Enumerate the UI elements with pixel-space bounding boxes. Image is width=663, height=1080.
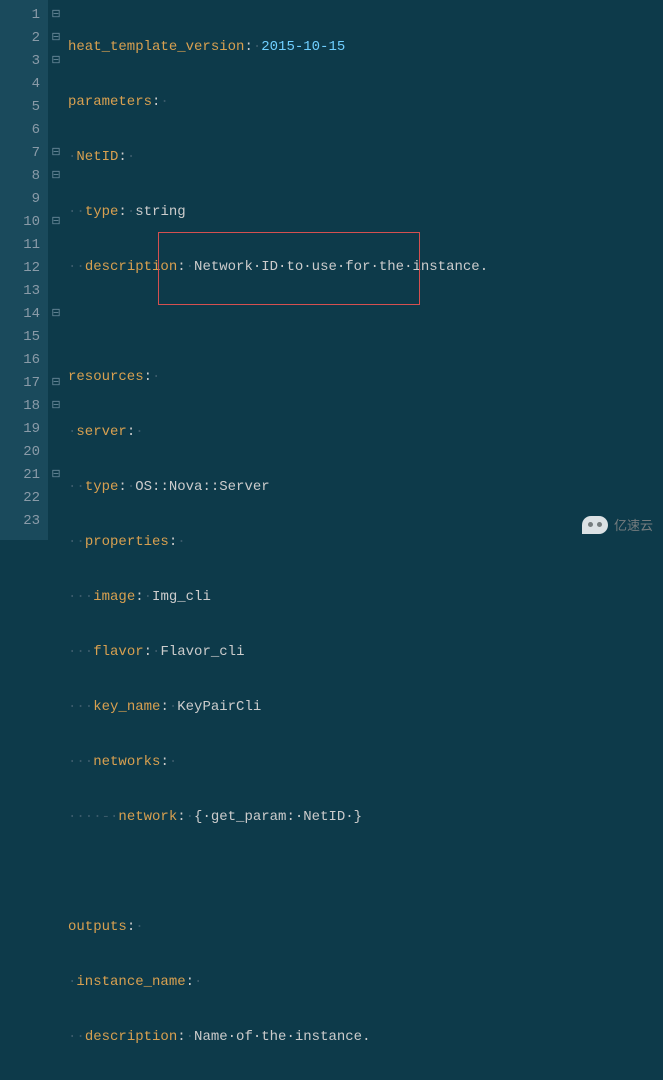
fold-marker xyxy=(48,257,64,280)
code-editor: 1 2 3 4 5 6 7 8 9 10 11 12 13 14 15 16 1… xyxy=(0,0,663,540)
code-line-19: ··description:·Name·of·the·instance. xyxy=(64,1026,663,1049)
line-number: 23 xyxy=(12,510,40,533)
line-number: 5 xyxy=(12,96,40,119)
fold-marker[interactable]: ⊟ xyxy=(48,142,64,165)
fold-marker[interactable]: ⊟ xyxy=(48,27,64,50)
line-number: 9 xyxy=(12,188,40,211)
code-line-8: ·server:· xyxy=(64,421,663,444)
line-number: 11 xyxy=(12,234,40,257)
fold-marker xyxy=(48,234,64,257)
line-number: 19 xyxy=(12,418,40,441)
code-line-9: ··type:·OS::Nova::Server xyxy=(64,476,663,499)
fold-marker[interactable]: ⊟ xyxy=(48,211,64,234)
line-number: 4 xyxy=(12,73,40,96)
code-line-15: ····-·network:·{·get_param:·NetID·} xyxy=(64,806,663,829)
watermark-text: 亿速云 xyxy=(614,515,653,534)
fold-marker[interactable]: ⊟ xyxy=(48,372,64,395)
line-number: 15 xyxy=(12,326,40,349)
line-number: 20 xyxy=(12,441,40,464)
code-line-7: resources:· xyxy=(64,366,663,389)
line-number: 6 xyxy=(12,119,40,142)
code-line-5: ··description:·Network·ID·to·use·for·the… xyxy=(64,256,663,279)
fold-marker[interactable]: ⊟ xyxy=(48,464,64,487)
line-number-gutter: 1 2 3 4 5 6 7 8 9 10 11 12 13 14 15 16 1… xyxy=(0,0,48,540)
line-number: 7 xyxy=(12,142,40,165)
fold-marker[interactable]: ⊟ xyxy=(48,395,64,418)
code-line-2: parameters:· xyxy=(64,91,663,114)
fold-marker xyxy=(48,441,64,464)
fold-marker[interactable]: ⊟ xyxy=(48,303,64,326)
code-line-18: ·instance_name:· xyxy=(64,971,663,994)
cloud-icon xyxy=(582,516,608,534)
code-area[interactable]: heat_template_version:·2015-10-15 parame… xyxy=(64,0,663,540)
code-line-6 xyxy=(64,311,663,334)
fold-gutter: ⊟ ⊟ ⊟ ⊟ ⊟ ⊟ ⊟ ⊟ ⊟ ⊟ xyxy=(48,0,64,540)
line-number: 22 xyxy=(12,487,40,510)
fold-marker[interactable]: ⊟ xyxy=(48,50,64,73)
code-line-3: ·NetID:· xyxy=(64,146,663,169)
fold-marker xyxy=(48,119,64,142)
line-number: 18 xyxy=(12,395,40,418)
line-number: 8 xyxy=(12,165,40,188)
code-line-14: ···networks:· xyxy=(64,751,663,774)
fold-marker xyxy=(48,326,64,349)
line-number: 17 xyxy=(12,372,40,395)
fold-marker xyxy=(48,280,64,303)
line-number: 3 xyxy=(12,50,40,73)
line-number: 13 xyxy=(12,280,40,303)
code-line-16 xyxy=(64,861,663,884)
line-number: 1 xyxy=(12,4,40,27)
fold-marker xyxy=(48,96,64,119)
line-number: 12 xyxy=(12,257,40,280)
line-number: 16 xyxy=(12,349,40,372)
code-line-12: ···flavor:·Flavor_cli xyxy=(64,641,663,664)
fold-marker xyxy=(48,188,64,211)
fold-marker xyxy=(48,73,64,96)
fold-marker xyxy=(48,510,64,533)
code-line-13: ···key_name:·KeyPairCli xyxy=(64,696,663,719)
watermark: 亿速云 xyxy=(582,515,653,534)
fold-marker xyxy=(48,418,64,441)
line-number: 2 xyxy=(12,27,40,50)
fold-marker xyxy=(48,349,64,372)
code-line-4: ··type:·string xyxy=(64,201,663,224)
code-line-10: ··properties:· xyxy=(64,531,663,554)
code-line-11: ···image:·Img_cli xyxy=(64,586,663,609)
line-number: 10 xyxy=(12,211,40,234)
line-number: 14 xyxy=(12,303,40,326)
fold-marker xyxy=(48,487,64,510)
code-line-1: heat_template_version:·2015-10-15 xyxy=(64,36,663,59)
fold-marker[interactable]: ⊟ xyxy=(48,4,64,27)
fold-marker[interactable]: ⊟ xyxy=(48,165,64,188)
line-number: 21 xyxy=(12,464,40,487)
code-line-17: outputs:· xyxy=(64,916,663,939)
